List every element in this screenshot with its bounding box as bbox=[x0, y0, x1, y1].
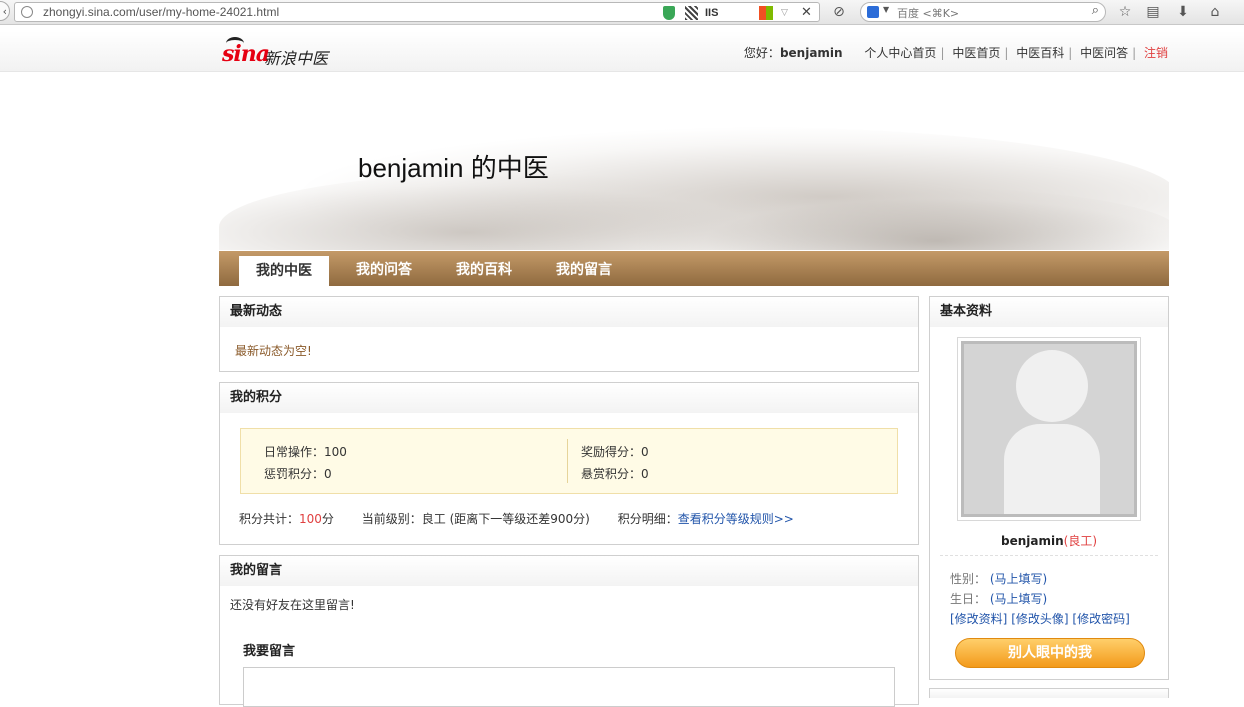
logo-text: 新浪中医 bbox=[264, 49, 329, 68]
divider bbox=[567, 439, 568, 483]
total-label: 积分共计： bbox=[239, 512, 300, 526]
profile-rank: (良工) bbox=[1063, 534, 1098, 548]
points-title: 我的积分 bbox=[220, 383, 918, 413]
birthday-label: 生日： bbox=[950, 592, 987, 606]
user-bar: 您好：benjamin 个人中心首页 | 中医首页 | 中医百科 | 中医问答 | 注销 bbox=[744, 44, 1168, 61]
tab-my-wiki[interactable]: 我的百科 bbox=[439, 258, 529, 286]
username: benjamin bbox=[779, 46, 843, 60]
search-icon[interactable]: ⌕ bbox=[1092, 3, 1099, 18]
profile-name: benjamin(良工) bbox=[930, 532, 1168, 549]
download-icon[interactable]: ⬇ bbox=[1174, 3, 1192, 21]
birthday-row: 生日： (马上填写) bbox=[950, 590, 1047, 607]
feed-panel: 最新动态 最新动态为空! bbox=[219, 296, 919, 372]
message-textarea[interactable] bbox=[243, 667, 895, 707]
edit-password-link[interactable]: [修改密码] bbox=[1072, 612, 1129, 626]
dropdown-chevron-icon[interactable]: ▽ bbox=[781, 6, 788, 20]
nav-separator: | bbox=[1132, 46, 1137, 60]
nav-tcm-wiki[interactable]: 中医百科 bbox=[1016, 46, 1064, 60]
qr-code-icon[interactable] bbox=[685, 6, 698, 20]
nav-separator: | bbox=[1004, 46, 1009, 60]
browser-toolbar: ‹ zhongyi.sina.com/user/my-home-24021.ht… bbox=[0, 0, 1244, 25]
avatar-frame bbox=[957, 337, 1141, 521]
reading-list-icon[interactable]: ▤ bbox=[1144, 3, 1162, 21]
others-view-button[interactable]: 别人眼中的我 bbox=[955, 638, 1145, 668]
daily-points: 日常操作：100 bbox=[264, 445, 347, 459]
total-value: 100 bbox=[299, 512, 322, 526]
nav-user-center[interactable]: 个人中心首页 bbox=[864, 46, 936, 60]
total-unit: 分 bbox=[321, 512, 334, 526]
globe-icon bbox=[21, 6, 33, 18]
profile-panel: 基本资料 benjamin(良工) 性别： (马上填写) 生日： (马上填写) … bbox=[929, 296, 1169, 680]
tab-my-messages[interactable]: 我的留言 bbox=[539, 258, 629, 286]
points-rules-link[interactable]: 查看积分等级规则>> bbox=[678, 512, 794, 526]
tab-my-tcm[interactable]: 我的中医 bbox=[239, 256, 329, 286]
banner: benjamin 的中医 bbox=[219, 92, 1169, 250]
level-value: 良工 (距离下一等级还差900分) bbox=[421, 512, 590, 526]
tab-bar: 我的中医 我的问答 我的百科 我的留言 bbox=[219, 251, 1169, 286]
fill-birthday-link[interactable]: (马上填写) bbox=[990, 592, 1047, 606]
search-placeholder: 百度 <⌘K> bbox=[897, 7, 960, 20]
feed-empty-note: 最新动态为空! bbox=[235, 344, 312, 358]
reward-points: 奖励得分：0 bbox=[581, 445, 649, 459]
next-panel-stub bbox=[929, 688, 1169, 698]
profile-edit-links: [修改资料] [修改头像] [修改密码] bbox=[950, 610, 1130, 627]
nav-tcm-qa[interactable]: 中医问答 bbox=[1080, 46, 1128, 60]
logout-link[interactable]: 注销 bbox=[1144, 46, 1168, 60]
detail-label: 积分明细： bbox=[617, 512, 678, 526]
bookmark-star-icon[interactable]: ☆ bbox=[1116, 3, 1134, 21]
nav-tcm-home[interactable]: 中医首页 bbox=[952, 46, 1000, 60]
back-icon[interactable]: ‹ bbox=[0, 1, 10, 21]
greeting: 您好： bbox=[743, 46, 780, 60]
compose-title: 我要留言 bbox=[243, 644, 296, 659]
shield-extension-icon[interactable] bbox=[663, 6, 675, 20]
points-summary-box: 日常操作：100 惩罚积分：0 奖励得分：0 悬赏积分：0 bbox=[240, 428, 898, 494]
bounty-points: 悬赏积分：0 bbox=[581, 467, 649, 481]
gender-row: 性别： (马上填写) bbox=[950, 570, 1047, 587]
close-icon[interactable]: ✕ bbox=[801, 6, 812, 20]
chevron-down-icon[interactable]: ▼ bbox=[883, 5, 889, 14]
edit-info-link[interactable]: [修改资料] bbox=[950, 612, 1007, 626]
messages-empty-note: 还没有好友在这里留言! bbox=[230, 598, 355, 612]
windows-extension-icon[interactable] bbox=[759, 6, 773, 20]
fill-gender-link[interactable]: (马上填写) bbox=[990, 572, 1047, 586]
logo-mark: sina bbox=[222, 41, 270, 67]
home-icon[interactable]: ⌂ bbox=[1206, 3, 1224, 21]
site-header: sina 新浪中医 您好：benjamin 个人中心首页 | 中医首页 | 中医百科… bbox=[0, 31, 1244, 72]
avatar[interactable] bbox=[961, 341, 1137, 517]
divider bbox=[940, 555, 1158, 556]
level-label: 当前级别： bbox=[361, 512, 422, 526]
profile-title: 基本资料 bbox=[930, 297, 1168, 327]
points-footer: 积分共计：100分 当前级别：良工 (距离下一等级还差900分) 积分明细：查看… bbox=[239, 510, 794, 527]
messages-title: 我的留言 bbox=[220, 556, 918, 586]
adblock-icon[interactable]: ⊘ bbox=[830, 3, 848, 21]
search-input[interactable]: ▼ 百度 <⌘K> ⌕ bbox=[860, 2, 1106, 22]
url-text: zhongyi.sina.com/user/my-home-24021.html bbox=[43, 5, 280, 19]
points-panel: 我的积分 日常操作：100 惩罚积分：0 奖励得分：0 悬赏积分：0 积分共计：… bbox=[219, 382, 919, 545]
feed-title: 最新动态 bbox=[220, 297, 918, 327]
gender-label: 性别： bbox=[950, 572, 987, 586]
baidu-engine-icon[interactable] bbox=[867, 6, 879, 18]
nav-separator: | bbox=[1068, 46, 1073, 60]
avatar-placeholder-body bbox=[1004, 424, 1100, 514]
url-bar[interactable]: zhongyi.sina.com/user/my-home-24021.html… bbox=[14, 2, 820, 22]
penalty-points: 惩罚积分：0 bbox=[264, 467, 332, 481]
tab-my-qa[interactable]: 我的问答 bbox=[339, 258, 429, 286]
messages-panel: 我的留言 还没有好友在这里留言! 我要留言 bbox=[219, 555, 919, 707]
profile-username: benjamin bbox=[1000, 534, 1064, 548]
iis-extension-icon[interactable]: IIS bbox=[705, 6, 718, 20]
edit-avatar-link[interactable]: [修改头像] bbox=[1011, 612, 1068, 626]
page-title: benjamin 的中医 bbox=[358, 153, 549, 183]
nav-separator: | bbox=[940, 46, 945, 60]
avatar-placeholder-head bbox=[1016, 350, 1088, 422]
